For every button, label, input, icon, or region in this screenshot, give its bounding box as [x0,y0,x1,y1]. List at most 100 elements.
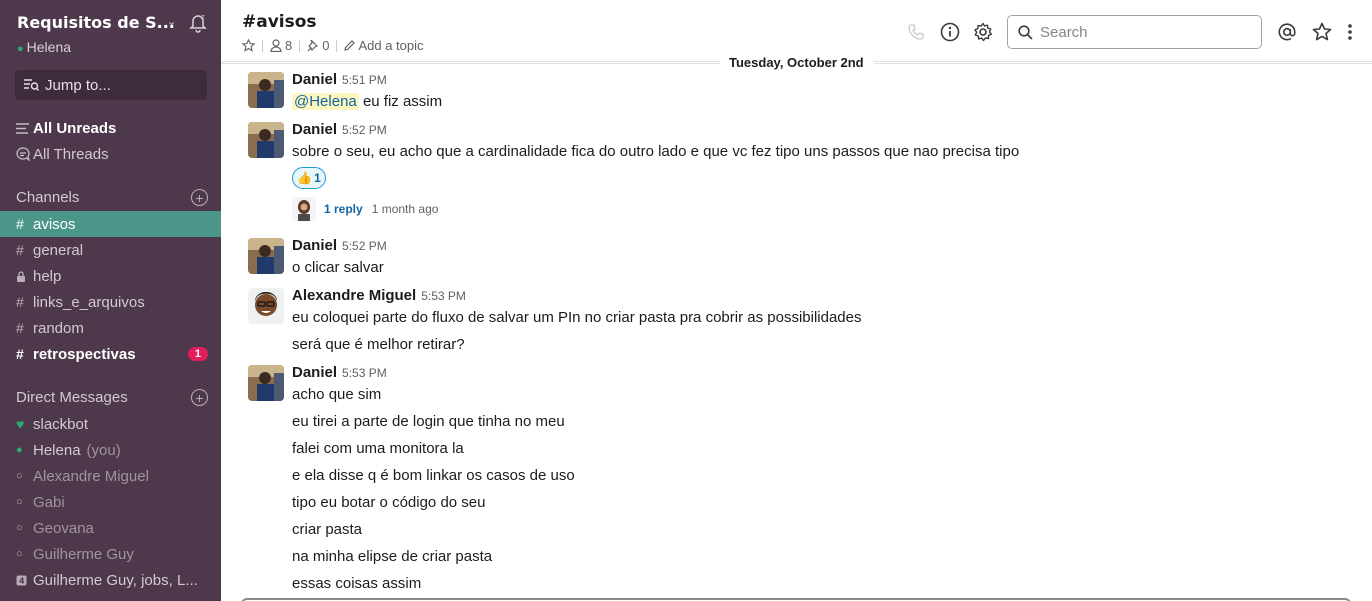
sidebar-dm-gabi[interactable]: ○ Gabi [0,489,221,515]
message-text: será que é melhor retirar? [292,336,465,353]
sidebar-dm-slackbot[interactable]: ♥ slackbot [0,411,221,437]
sidebar-channel-general[interactable]: # general [0,237,221,263]
info-icon[interactable] [939,21,961,43]
add-topic-button[interactable]: Add a topic [344,38,424,53]
message-text: o clicar salvar [292,259,384,276]
gear-icon[interactable] [972,21,994,43]
direct-messages-header[interactable]: Direct Messages + [16,389,208,406]
channels-header-label: Channels [16,189,80,206]
sidebar-item-all-unreads[interactable]: All Unreads [0,115,221,141]
divider-line [875,63,1372,64]
user-mention[interactable]: @Helena [292,93,359,110]
thread-summary[interactable]: 1 reply 1 month ago [292,197,438,221]
search-box[interactable] [1007,15,1262,49]
hash-icon: # [16,294,24,310]
presence-online-icon: ● [17,43,24,55]
sidebar-dm-helena[interactable]: ● Helena (you) [0,437,221,463]
chevron-down-icon[interactable]: ⌄ [167,15,176,28]
meta-divider [262,39,263,52]
sidebar-dm-guilherme-guy[interactable]: ○ Guilherme Guy [0,541,221,567]
hash-icon: # [16,216,24,232]
threads-icon [16,147,33,161]
message-text: criar pasta [292,521,363,538]
jump-to-button[interactable]: Jump to... [15,70,207,100]
avatar[interactable] [248,288,284,324]
channels-header[interactable]: Channels + [16,189,208,206]
sidebar-dm-geovana[interactable]: ○ Geovana [0,515,221,541]
add-topic-label: Add a topic [358,38,424,53]
message-text: na minha elipse de criar pasta [292,548,493,565]
pinned-button[interactable]: 0 [307,38,329,53]
thread-last-reply: 1 month ago [371,202,439,216]
message-text: eu tirei a parte de login que tinha no m… [292,413,565,430]
message-timestamp[interactable]: 5:52 PM [342,123,387,137]
message-author[interactable]: Daniel 5:51 PM [292,71,387,88]
direct-messages-header-label: Direct Messages [16,389,128,406]
message-author[interactable]: Daniel 5:53 PM [292,364,387,381]
all-unreads-label: All Unreads [33,119,117,137]
notification-bell-icon[interactable]: z [187,11,209,33]
sidebar-channel-links-e-arquivos[interactable]: # links_e_arquivos [0,289,221,315]
sidebar: Requisitos de S... ⌄ z ● Helena Jump to..… [0,0,221,601]
call-icon[interactable] [905,21,927,43]
presence-away-icon: ○ [16,496,23,508]
meta-divider [299,39,301,52]
sidebar-channel-help[interactable]: help [0,263,221,289]
pins-count: 0 [322,38,330,53]
channel-label: avisos [33,215,76,233]
avatar[interactable] [248,72,284,108]
more-options-icon[interactable] [1339,21,1361,43]
sidebar-channel-random[interactable]: # random [0,315,221,341]
channel-header: #avisos 8 0 Add a topic [221,0,1372,62]
star-icon [242,39,255,52]
reaction-thumbs-up[interactable]: 👍 1 [292,167,326,189]
channel-label: random [33,319,84,337]
message-timestamp[interactable]: 5:53 PM [342,366,387,380]
avatar[interactable] [248,238,284,274]
sidebar-channel-avisos[interactable]: # avisos [0,211,221,237]
workspace-header[interactable]: Requisitos de S... ⌄ z [17,13,217,33]
member-icon [270,39,282,52]
dm-label: slackbot [33,415,89,433]
add-channel-icon[interactable]: + [191,189,208,206]
sidebar-item-all-threads[interactable]: All Threads [0,141,221,167]
channel-title[interactable]: #avisos [242,12,317,32]
add-dm-icon[interactable]: + [191,389,208,406]
hash-icon: # [16,320,24,336]
message-timestamp[interactable]: 5:52 PM [342,239,387,253]
sidebar-channel-retrospectivas[interactable]: # retrospectivas 1 [0,341,221,367]
message-text: essas coisas assim [292,575,422,592]
message-author[interactable]: Daniel 5:52 PM [292,121,387,138]
current-user[interactable]: ● Helena [17,39,71,55]
search-input[interactable] [1040,23,1240,41]
you-suffix: (you) [86,441,121,459]
mentions-icon[interactable] [1276,21,1298,43]
message-timestamp[interactable]: 5:53 PM [421,289,466,303]
starred-items-icon[interactable] [1311,21,1333,43]
members-button[interactable]: 8 [270,38,292,53]
avatar[interactable] [248,122,284,158]
sidebar-dm-group[interactable]: 4 Guilherme Guy, jobs, L... [0,567,221,593]
sidebar-dm-alexandre-miguel[interactable]: ○ Alexandre Miguel [0,463,221,489]
hash-icon: # [16,346,24,362]
message-timestamp[interactable]: 5:51 PM [342,73,387,87]
message-author[interactable]: Alexandre Miguel 5:53 PM [292,287,466,304]
star-channel-button[interactable] [242,39,255,52]
presence-away-icon: ○ [16,522,23,534]
thread-replies-link[interactable]: 1 reply [324,202,363,216]
jump-to-label: Jump to... [45,76,111,94]
day-divider: Tuesday, October 2nd [221,55,1372,70]
jump-to-icon [24,79,39,91]
unreads-icon [16,122,33,134]
avatar[interactable] [248,365,284,401]
reaction-count: 1 [314,171,321,185]
message-author[interactable]: Daniel 5:52 PM [292,237,387,254]
message-text: falei com uma monitora la [292,440,464,457]
channel-label: retrospectivas [33,345,136,363]
presence-away-icon: ○ [16,548,23,560]
workspace-name[interactable]: Requisitos de S... [17,13,175,32]
all-threads-label: All Threads [33,145,109,163]
dm-label: Guilherme Guy [33,545,134,563]
current-user-name: Helena [26,39,72,55]
search-icon [1018,24,1033,40]
